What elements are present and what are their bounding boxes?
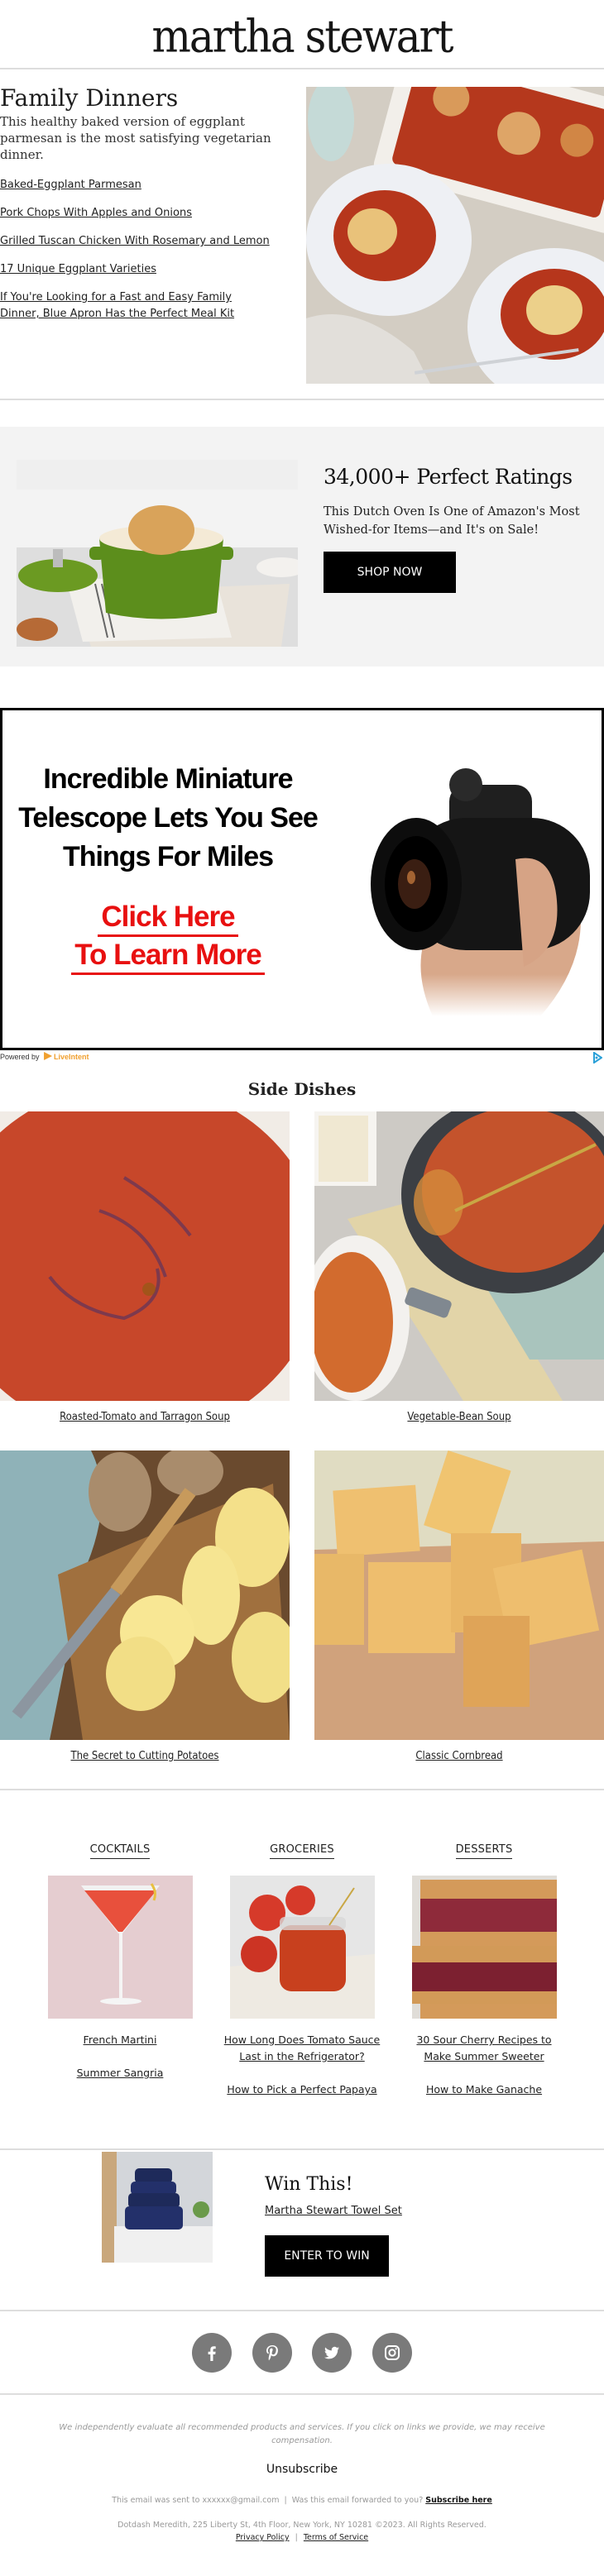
potatoes-image[interactable] [0,1450,290,1740]
ad-cta-text[interactable]: Click Here [98,901,238,937]
ad-cta-text[interactable]: To Learn More [71,939,265,975]
pinterest-icon[interactable] [252,2333,292,2373]
advertisement[interactable]: Incredible Miniature Telescope Lets You … [0,708,604,1050]
side-dish-link[interactable]: Vegetable-Bean Soup [314,1409,604,1426]
tomato-sauce-image[interactable] [229,1876,375,2019]
towel-illustration [102,2152,213,2263]
cornbread-image[interactable] [314,1450,604,1740]
family-dinners-links: Baked-Eggplant Parmesan Pork Chops With … [0,177,273,334]
category-heading[interactable]: DESSERTS [455,1843,513,1859]
article-link[interactable]: Pork Chops With Apples and Onions [0,205,273,222]
privacy-policy-link[interactable]: Privacy Policy [236,2533,290,2542]
section-title-side-dishes: Side Dishes [247,1079,357,1099]
side-dish-link[interactable]: Classic Cornbread [314,1748,604,1765]
category-link[interactable]: How to Pick a Perfect Papaya [223,2081,381,2098]
brand-logo[interactable]: martha stewart [0,10,604,64]
category-heading[interactable]: COCKTAILS [89,1843,151,1859]
subscribe-here-link[interactable]: Subscribe here [425,2496,492,2505]
category-groceries: GROCERIES How Long Does Tomato Sauce Las… [211,1842,393,2115]
win-title: Win This! [265,2174,353,2195]
social-links [0,2333,604,2373]
article-link[interactable]: 17 Unique Eggplant Varieties [0,261,273,278]
eggplant-parmesan-image[interactable] [306,87,604,384]
dutch-oven-image[interactable] [17,460,298,647]
side-dish-link[interactable]: Roasted-Tomato and Tarragon Soup [0,1409,290,1426]
category-cocktails: COCKTAILS French Martini Summer Sangria [29,1842,211,2098]
article-link[interactable]: Grilled Tuscan Chicken With Rosemary and… [0,233,273,250]
terms-of-service-link[interactable]: Terms of Service [304,2533,368,2542]
divider [0,2393,604,2395]
promo-section: 34,000+ Perfect Ratings This Dutch Oven … [0,427,604,667]
category-heading[interactable]: GROCERIES [270,1843,334,1859]
sent-to-notice: This email was sent to xxxxxx@gmail.com … [0,2496,604,2505]
unsubscribe-link[interactable]: Unsubscribe [0,2463,604,2476]
powered-by-label: Powered by [0,1053,40,1061]
side-dish-link[interactable]: The Secret to Cutting Potatoes [0,1748,290,1765]
facebook-icon[interactable] [192,2333,232,2373]
cherry-bars-image[interactable] [411,1876,557,2019]
tomato-soup-illustration [0,1111,290,1401]
promo-title: 34,000+ Perfect Ratings [324,465,573,489]
vegetable-bean-soup-image[interactable] [314,1111,604,1401]
twitter-icon[interactable] [312,2333,352,2373]
ad-cta-line2[interactable]: To Learn More [11,939,325,975]
adchoices-icon[interactable] [592,1052,602,1063]
potatoes-illustration [0,1450,290,1740]
martini-illustration [47,1876,193,2019]
towel-set-image[interactable] [102,2152,213,2263]
shop-now-button[interactable]: SHOP NOW [324,552,456,593]
liveintent-link[interactable]: LiveIntent [54,1053,89,1061]
category-desserts: DESSERTS 30 Sour Cherry Recipes to Make … [393,1842,575,2115]
divider [0,399,604,400]
towel-set-link[interactable]: Martha Stewart Towel Set [265,2205,402,2217]
article-link[interactable]: If You're Looking for a Fast and Easy Fa… [0,289,273,323]
company-address: Dotdash Meredith, 225 Liberty St, 4th Fl… [117,2521,487,2530]
footer-address-block: Dotdash Meredith, 225 Liberty St, 4th Fl… [0,2519,604,2544]
ad-cta-line1[interactable]: Click Here [11,901,325,937]
divider [0,1789,604,1790]
disclaimer: We independently evaluate all recommende… [59,2423,545,2445]
sent-to-text: This email was sent to xxxxxx@gmail.com … [112,2496,424,2505]
tomato-sauce-illustration [229,1876,375,2019]
cornbread-illustration [314,1450,604,1740]
article-link[interactable]: Baked-Eggplant Parmesan [0,177,273,194]
divider [0,68,604,69]
tomato-soup-image[interactable] [0,1111,290,1401]
category-link[interactable]: How Long Does Tomato Sauce Last in the R… [223,2032,381,2065]
dutch-oven-illustration [17,460,298,647]
hero-illustration [306,87,604,384]
cherry-bars-illustration [411,1876,557,2019]
enter-to-win-button[interactable]: ENTER TO WIN [265,2235,389,2277]
telescope-image [371,768,590,1016]
instagram-icon[interactable] [372,2333,412,2373]
section-title-family-dinners: Family Dinners [0,84,179,112]
ad-attribution: Powered by LiveIntent [0,1052,604,1065]
liveintent-logo-icon [44,1052,53,1060]
ad-headline: Incredible Miniature Telescope Lets You … [18,763,319,872]
promo-subtitle: This Dutch Oven Is One of Amazon's Most … [324,505,580,537]
divider [0,2310,604,2311]
divider [0,2148,604,2150]
vegetable-soup-illustration [314,1111,604,1401]
category-link[interactable]: How to Make Ganache [405,2081,563,2098]
footer-separator: | [295,2533,298,2542]
category-link[interactable]: French Martini [41,2032,199,2048]
french-martini-image[interactable] [47,1876,193,2019]
category-link[interactable]: 30 Sour Cherry Recipes to Make Summer Sw… [405,2032,563,2065]
category-link[interactable]: Summer Sangria [41,2065,199,2081]
section-description: This healthy baked version of eggplant p… [0,114,271,162]
